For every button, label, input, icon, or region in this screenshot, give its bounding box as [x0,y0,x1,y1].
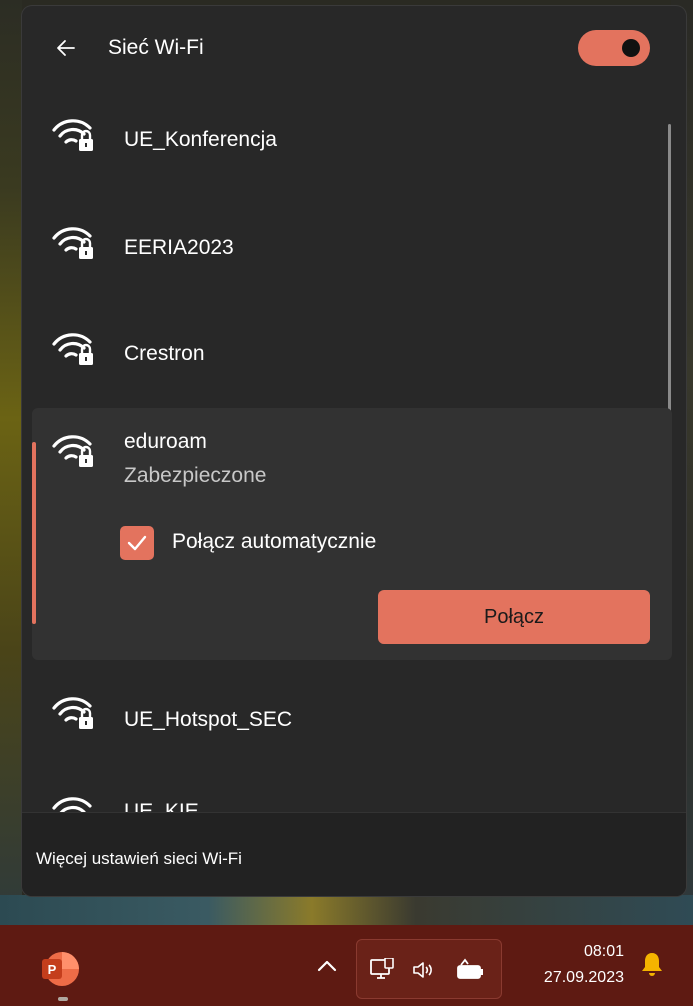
taskbar: P 08:01 27.09.2023 [0,925,693,1006]
clock-date[interactable]: 27.09.2023 [515,969,624,987]
network-ssid: UE_KIE [124,800,199,812]
quick-settings-tray[interactable] [356,939,502,999]
wifi-secured-icon [52,697,93,729]
wifi-secured-icon [52,797,92,812]
connect-button[interactable]: Połącz [378,590,650,644]
wifi-secured-icon [52,227,93,259]
network-ssid: UE_Konferencja [124,128,277,151]
chevron-up-icon[interactable] [316,957,338,975]
wifi-toggle[interactable] [578,30,650,66]
app-running-indicator [58,997,68,1001]
network-item-eeria2023[interactable]: EERIA2023 [22,194,686,290]
wifi-secured-icon [52,435,93,467]
powerpoint-icon[interactable]: P [40,949,80,989]
wifi-secured-icon [52,333,93,365]
flyout-header: Sieć Wi-Fi [22,6,686,88]
network-ssid: EERIA2023 [124,236,234,259]
network-item-ue-kie[interactable]: UE_KIE [22,776,686,812]
network-icon [370,958,394,979]
auto-connect-label: Połącz automatycznie [172,530,377,553]
wallpaper-left-strip [0,0,22,930]
page-title: Sieć Wi-Fi [108,36,204,59]
network-item-ue-hotspot-sec[interactable]: UE_Hotspot_SEC [22,666,686,762]
selection-indicator [32,442,36,624]
flyout-footer: Więcej ustawień sieci Wi-Fi [22,812,686,896]
svg-text:P: P [48,962,57,977]
network-item-ue-konferencja[interactable]: UE_Konferencja [22,88,686,184]
checkmark-icon [127,535,147,551]
network-item-crestron[interactable]: Crestron [22,302,686,398]
auto-connect-checkbox[interactable] [120,526,154,560]
more-wifi-settings-link[interactable]: Więcej ustawień sieci Wi-Fi [36,849,242,869]
wifi-secured-icon [52,119,93,151]
toggle-knob [622,39,640,57]
network-security-status: Zabezpieczone [124,464,267,487]
network-ssid: UE_Hotspot_SEC [124,708,293,731]
volume-icon [413,962,432,978]
battery-icon [457,958,483,979]
arrow-left-icon[interactable] [54,36,78,60]
network-ssid: eduroam [124,430,207,453]
network-ssid: Crestron [124,342,205,365]
wifi-flyout: Sieć Wi-Fi UE_Konferencja EERIA2023 Cres… [22,6,686,896]
bell-icon[interactable] [640,951,664,977]
clock-time[interactable]: 08:01 [560,943,624,961]
